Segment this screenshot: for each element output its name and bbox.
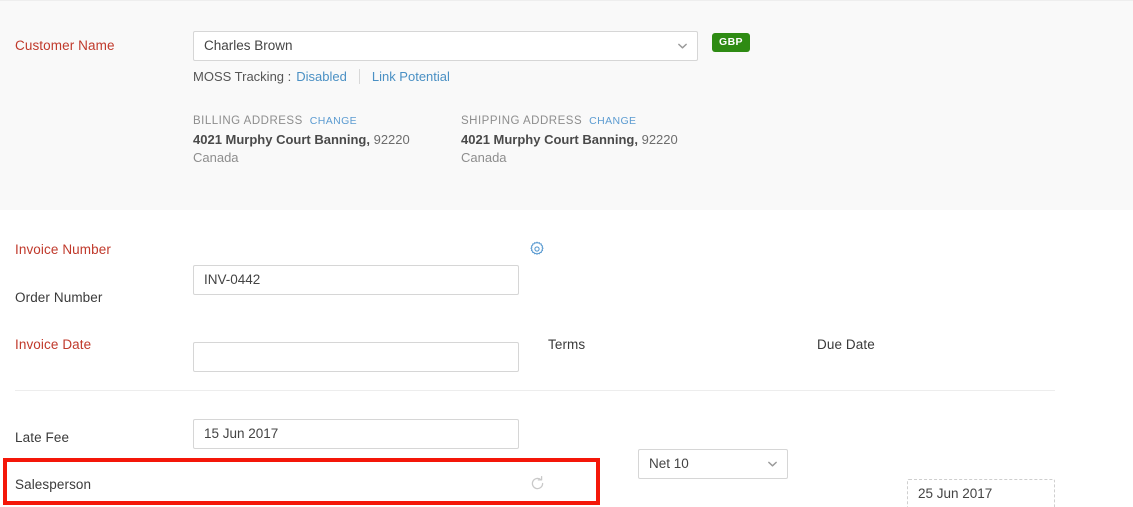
billing-address-block: BILLING ADDRESS CHANGE 4021 Murphy Court …: [193, 115, 410, 165]
shipping-address-heading: SHIPPING ADDRESS CHANGE: [461, 115, 678, 127]
invoice-date-label: Invoice Date: [15, 337, 91, 352]
link-potential-link[interactable]: Link Potential: [372, 69, 450, 84]
shipping-address-block: SHIPPING ADDRESS CHANGE 4021 Murphy Court…: [461, 115, 678, 165]
customer-name-row: Customer Name: [15, 38, 115, 53]
billing-address-heading-text: BILLING ADDRESS: [193, 115, 303, 127]
late-fee-label: Late Fee: [15, 430, 69, 445]
due-date-row: Due Date: [817, 337, 875, 352]
terms-select[interactable]: Net 10: [638, 449, 788, 479]
due-date-input[interactable]: 25 Jun 2017: [907, 479, 1055, 507]
shipping-address-line1: 4021 Murphy Court Banning, 92220: [461, 132, 678, 147]
billing-address-line1: 4021 Murphy Court Banning, 92220: [193, 132, 410, 147]
moss-separator: [359, 69, 360, 84]
order-number-label: Order Number: [15, 290, 102, 305]
invoice-form-page: Customer Name Charles Brown GBP MOSS Tra…: [0, 0, 1133, 507]
chevron-down-icon: [677, 41, 688, 52]
currency-badge: GBP: [712, 33, 750, 52]
salesperson-highlight-box: [3, 458, 600, 505]
billing-address-street: 4021 Murphy Court Banning,: [193, 132, 370, 147]
order-number-input[interactable]: [193, 342, 519, 372]
customer-name-select[interactable]: Charles Brown: [193, 31, 698, 61]
late-fee-row: Late Fee: [15, 430, 69, 445]
gear-icon[interactable]: [529, 241, 545, 257]
shipping-address-country: Canada: [461, 150, 678, 165]
moss-tracking-row: MOSS Tracking : Disabled Link Potential: [193, 69, 450, 84]
terms-value: Net 10: [649, 457, 689, 471]
shipping-address-change-link[interactable]: CHANGE: [589, 115, 636, 127]
invoice-date-row: Invoice Date: [15, 337, 91, 352]
order-number-row: Order Number: [15, 290, 102, 305]
billing-address-change-link[interactable]: CHANGE: [310, 115, 357, 127]
invoice-number-input[interactable]: INV-0442: [193, 265, 519, 295]
billing-address-zip: 92220: [374, 132, 410, 147]
terms-label: Terms: [548, 337, 585, 352]
invoice-date-input[interactable]: 15 Jun 2017: [193, 419, 519, 449]
invoice-number-row: Invoice Number: [15, 242, 111, 257]
invoice-date-value: 15 Jun 2017: [204, 427, 278, 441]
moss-tracking-status-link[interactable]: Disabled: [296, 69, 347, 84]
customer-name-value: Charles Brown: [204, 39, 293, 53]
terms-row: Terms: [548, 337, 585, 352]
shipping-address-zip: 92220: [642, 132, 678, 147]
due-date-label: Due Date: [817, 337, 875, 352]
chevron-down-icon: [767, 459, 778, 470]
shipping-address-street: 4021 Murphy Court Banning,: [461, 132, 638, 147]
refresh-icon[interactable]: [529, 475, 546, 492]
salesperson-label: Salesperson: [15, 477, 91, 492]
section-divider: [15, 390, 1055, 391]
due-date-value: 25 Jun 2017: [918, 487, 992, 501]
billing-address-country: Canada: [193, 150, 410, 165]
invoice-number-label: Invoice Number: [15, 242, 111, 257]
customer-name-label: Customer Name: [15, 38, 115, 53]
moss-tracking-label: MOSS Tracking :: [193, 69, 291, 84]
shipping-address-heading-text: SHIPPING ADDRESS: [461, 115, 582, 127]
salesperson-row: Salesperson: [15, 477, 91, 492]
invoice-number-value: INV-0442: [204, 273, 260, 287]
billing-address-heading: BILLING ADDRESS CHANGE: [193, 115, 410, 127]
